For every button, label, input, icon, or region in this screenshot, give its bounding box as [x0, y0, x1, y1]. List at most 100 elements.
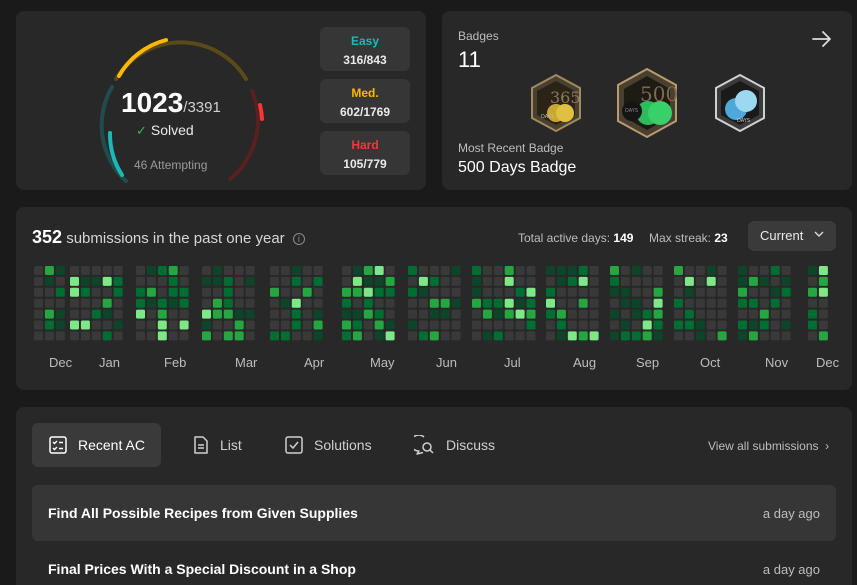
- heatmap-cell[interactable]: [738, 276, 747, 286]
- heatmap-cell[interactable]: [567, 287, 577, 297]
- heatmap-cell[interactable]: [631, 320, 641, 330]
- heatmap-cell[interactable]: [620, 266, 630, 275]
- heatmap-cell[interactable]: [302, 331, 312, 341]
- heatmap-cell[interactable]: [738, 266, 747, 275]
- heatmap-cell[interactable]: [440, 309, 450, 319]
- heatmap-cell[interactable]: [642, 266, 652, 275]
- heatmap-cell[interactable]: [113, 309, 123, 319]
- tab-recent-ac[interactable]: Recent AC: [32, 423, 161, 467]
- heatmap-cell[interactable]: [44, 266, 54, 275]
- heatmap-cell[interactable]: [526, 287, 536, 297]
- heatmap-cell[interactable]: [91, 320, 101, 330]
- heatmap-cell[interactable]: [234, 298, 244, 308]
- heatmap-cell[interactable]: [91, 266, 101, 275]
- heatmap-cell[interactable]: [34, 309, 43, 319]
- heatmap-cell[interactable]: [589, 331, 599, 341]
- heatmap-cell[interactable]: [610, 309, 619, 319]
- heatmap-cell[interactable]: [270, 309, 279, 319]
- heatmap-cell[interactable]: [504, 331, 514, 341]
- heatmap-cell[interactable]: [342, 298, 351, 308]
- heatmap-cell[interactable]: [113, 276, 123, 286]
- heatmap-cell[interactable]: [684, 320, 694, 330]
- heatmap-cell[interactable]: [55, 266, 65, 275]
- heatmap-cell[interactable]: [136, 331, 145, 341]
- heatmap-cell[interactable]: [223, 298, 233, 308]
- heatmap-cell[interactable]: [113, 287, 123, 297]
- heatmap-cell[interactable]: [168, 298, 178, 308]
- heatmap-cell[interactable]: [759, 266, 769, 275]
- heatmap-cell[interactable]: [526, 276, 536, 286]
- heatmap-cell[interactable]: [589, 298, 599, 308]
- heatmap-cell[interactable]: [342, 266, 351, 275]
- heatmap-cell[interactable]: [546, 276, 555, 286]
- heatmap-cell[interactable]: [408, 320, 417, 330]
- heatmap-cell[interactable]: [781, 287, 791, 297]
- heatmap-cell[interactable]: [342, 331, 351, 341]
- heatmap-cell[interactable]: [589, 320, 599, 330]
- heatmap-cell[interactable]: [429, 287, 439, 297]
- heatmap-cell[interactable]: [408, 287, 417, 297]
- heatmap-cell[interactable]: [642, 320, 652, 330]
- heatmap-cell[interactable]: [631, 298, 641, 308]
- heatmap-cell[interactable]: [578, 331, 588, 341]
- heatmap-cell[interactable]: [493, 331, 503, 341]
- heatmap-cell[interactable]: [589, 309, 599, 319]
- medium-stat[interactable]: Med. 602/1769: [320, 79, 410, 123]
- heatmap-cell[interactable]: [245, 331, 255, 341]
- heatmap-cell[interactable]: [113, 331, 123, 341]
- heatmap-cell[interactable]: [808, 266, 817, 275]
- heatmap-cell[interactable]: [80, 331, 90, 341]
- heatmap-cell[interactable]: [472, 309, 481, 319]
- heatmap-cell[interactable]: [342, 276, 351, 286]
- heatmap-cell[interactable]: [429, 276, 439, 286]
- heatmap-cell[interactable]: [157, 266, 167, 275]
- heatmap-cell[interactable]: [34, 266, 43, 275]
- heatmap-cell[interactable]: [472, 266, 481, 275]
- heatmap-cell[interactable]: [770, 320, 780, 330]
- heatmap-cell[interactable]: [44, 309, 54, 319]
- heatmap-cell[interactable]: [748, 309, 758, 319]
- heatmap-cell[interactable]: [352, 266, 362, 275]
- heatmap-cell[interactable]: [451, 266, 461, 275]
- heatmap-cell[interactable]: [168, 309, 178, 319]
- heatmap-cell[interactable]: [556, 276, 566, 286]
- heatmap-cell[interactable]: [610, 276, 619, 286]
- heatmap-cell[interactable]: [113, 320, 123, 330]
- heatmap-cell[interactable]: [70, 276, 79, 286]
- heatmap-cell[interactable]: [717, 320, 727, 330]
- heatmap-cell[interactable]: [653, 331, 663, 341]
- heatmap-cell[interactable]: [302, 276, 312, 286]
- heatmap-cell[interactable]: [504, 320, 514, 330]
- heatmap-cell[interactable]: [472, 320, 481, 330]
- arrow-right-icon[interactable]: [810, 27, 834, 51]
- heatmap-cell[interactable]: [556, 298, 566, 308]
- heatmap-cell[interactable]: [429, 309, 439, 319]
- heatmap-cell[interactable]: [482, 287, 492, 297]
- heatmap-cell[interactable]: [684, 298, 694, 308]
- heatmap-cell[interactable]: [408, 266, 417, 275]
- heatmap-cell[interactable]: [234, 331, 244, 341]
- heatmap-cell[interactable]: [759, 331, 769, 341]
- heatmap-cell[interactable]: [674, 276, 683, 286]
- heatmap-cell[interactable]: [179, 331, 189, 341]
- heatmap-cell[interactable]: [620, 298, 630, 308]
- heatmap-cell[interactable]: [738, 320, 747, 330]
- heatmap-cell[interactable]: [759, 298, 769, 308]
- heatmap-cell[interactable]: [352, 287, 362, 297]
- heatmap-cell[interactable]: [759, 276, 769, 286]
- heatmap-cell[interactable]: [146, 309, 156, 319]
- heatmap-cell[interactable]: [408, 276, 417, 286]
- heatmap-cell[interactable]: [567, 331, 577, 341]
- heatmap-cell[interactable]: [280, 320, 290, 330]
- heatmap-cell[interactable]: [748, 276, 758, 286]
- heatmap-cell[interactable]: [352, 309, 362, 319]
- heatmap-cell[interactable]: [695, 266, 705, 275]
- heatmap-cell[interactable]: [429, 320, 439, 330]
- heatmap-cell[interactable]: [748, 298, 758, 308]
- heatmap-cell[interactable]: [556, 331, 566, 341]
- heatmap-cell[interactable]: [136, 287, 145, 297]
- heatmap-cell[interactable]: [385, 309, 395, 319]
- heatmap-cell[interactable]: [759, 309, 769, 319]
- heatmap-cell[interactable]: [546, 298, 555, 308]
- heatmap-cell[interactable]: [451, 276, 461, 286]
